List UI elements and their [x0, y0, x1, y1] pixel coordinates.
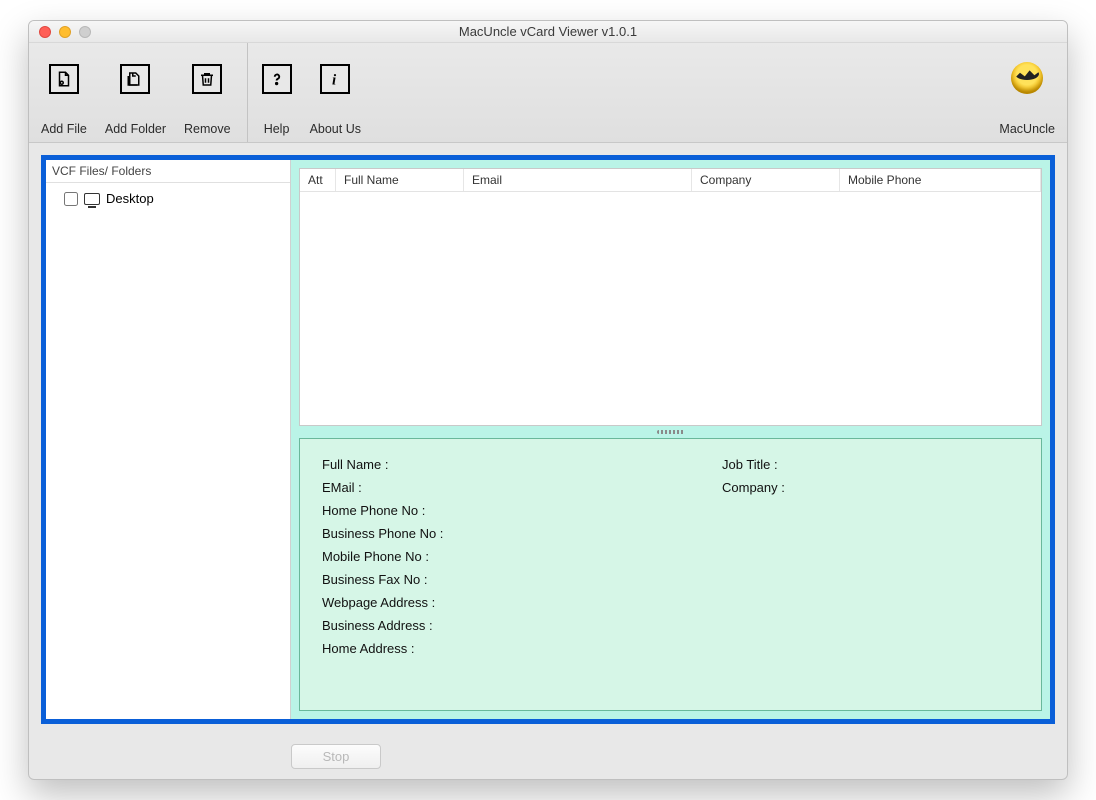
- toolbar: Add File Add Folder Remove: [29, 43, 1067, 143]
- splitter-handle[interactable]: [299, 426, 1042, 438]
- detail-home-phone: Home Phone No :: [322, 503, 682, 518]
- column-att[interactable]: Att: [300, 169, 336, 191]
- toolbar-group-help: Help i About Us: [262, 64, 377, 136]
- help-icon: [262, 64, 292, 94]
- grip-icon: [657, 430, 685, 434]
- brand-label: MacUncle: [999, 122, 1055, 136]
- zoom-icon[interactable]: [79, 26, 91, 38]
- minimize-icon[interactable]: [59, 26, 71, 38]
- add-file-icon: [49, 64, 79, 94]
- close-icon[interactable]: [39, 26, 51, 38]
- column-mobile[interactable]: Mobile Phone: [840, 169, 1041, 191]
- brand[interactable]: MacUncle: [999, 62, 1055, 136]
- brand-logo-icon: [1011, 62, 1043, 94]
- toolbar-label: About Us: [310, 122, 361, 136]
- detail-mobile-phone: Mobile Phone No :: [322, 549, 682, 564]
- tree-item-checkbox[interactable]: [64, 192, 78, 206]
- desktop-icon: [84, 193, 100, 205]
- add-folder-icon: [120, 64, 150, 94]
- add-folder-button[interactable]: Add Folder: [105, 64, 166, 136]
- toolbar-group-files: Add File Add Folder Remove: [41, 64, 247, 136]
- column-full-name[interactable]: Full Name: [336, 169, 464, 191]
- content-area: VCF Files/ Folders Desktop Att Full Name…: [29, 143, 1067, 736]
- column-company[interactable]: Company: [692, 169, 840, 191]
- file-tree: Desktop: [46, 183, 290, 214]
- svg-text:i: i: [332, 72, 337, 88]
- add-file-button[interactable]: Add File: [41, 64, 87, 136]
- detail-email: EMail :: [322, 480, 682, 495]
- detail-full-name: Full Name :: [322, 457, 682, 472]
- detail-company: Company :: [722, 480, 1019, 495]
- details-panel: Full Name : EMail : Home Phone No : Busi…: [299, 438, 1042, 711]
- about-button[interactable]: i About Us: [310, 64, 361, 136]
- detail-home-address: Home Address :: [322, 641, 682, 656]
- column-email[interactable]: Email: [464, 169, 692, 191]
- toolbar-label: Help: [264, 122, 290, 136]
- right-pane: Att Full Name Email Company Mobile Phone…: [291, 160, 1050, 719]
- sidebar: VCF Files/ Folders Desktop: [46, 160, 291, 719]
- contacts-table[interactable]: Att Full Name Email Company Mobile Phone: [299, 168, 1042, 426]
- stop-button[interactable]: Stop: [291, 744, 381, 769]
- toolbar-separator: [247, 43, 248, 142]
- footer: Stop: [29, 736, 1067, 779]
- toolbar-label: Remove: [184, 122, 231, 136]
- tree-item-desktop[interactable]: Desktop: [52, 189, 284, 208]
- window-title: MacUncle vCard Viewer v1.0.1: [29, 24, 1067, 39]
- help-button[interactable]: Help: [262, 64, 292, 136]
- detail-business-address: Business Address :: [322, 618, 682, 633]
- remove-button[interactable]: Remove: [184, 64, 231, 136]
- app-window: MacUncle vCard Viewer v1.0.1 Add File Ad…: [28, 20, 1068, 780]
- toolbar-label: Add File: [41, 122, 87, 136]
- info-icon: i: [320, 64, 350, 94]
- detail-business-fax: Business Fax No :: [322, 572, 682, 587]
- trash-icon: [192, 64, 222, 94]
- titlebar: MacUncle vCard Viewer v1.0.1: [29, 21, 1067, 43]
- traffic-lights: [29, 26, 91, 38]
- sidebar-header: VCF Files/ Folders: [46, 160, 290, 183]
- main-frame: VCF Files/ Folders Desktop Att Full Name…: [41, 155, 1055, 724]
- detail-job-title: Job Title :: [722, 457, 1019, 472]
- detail-webpage: Webpage Address :: [322, 595, 682, 610]
- tree-item-label: Desktop: [106, 191, 154, 206]
- toolbar-label: Add Folder: [105, 122, 166, 136]
- table-header: Att Full Name Email Company Mobile Phone: [300, 169, 1041, 192]
- detail-business-phone: Business Phone No :: [322, 526, 682, 541]
